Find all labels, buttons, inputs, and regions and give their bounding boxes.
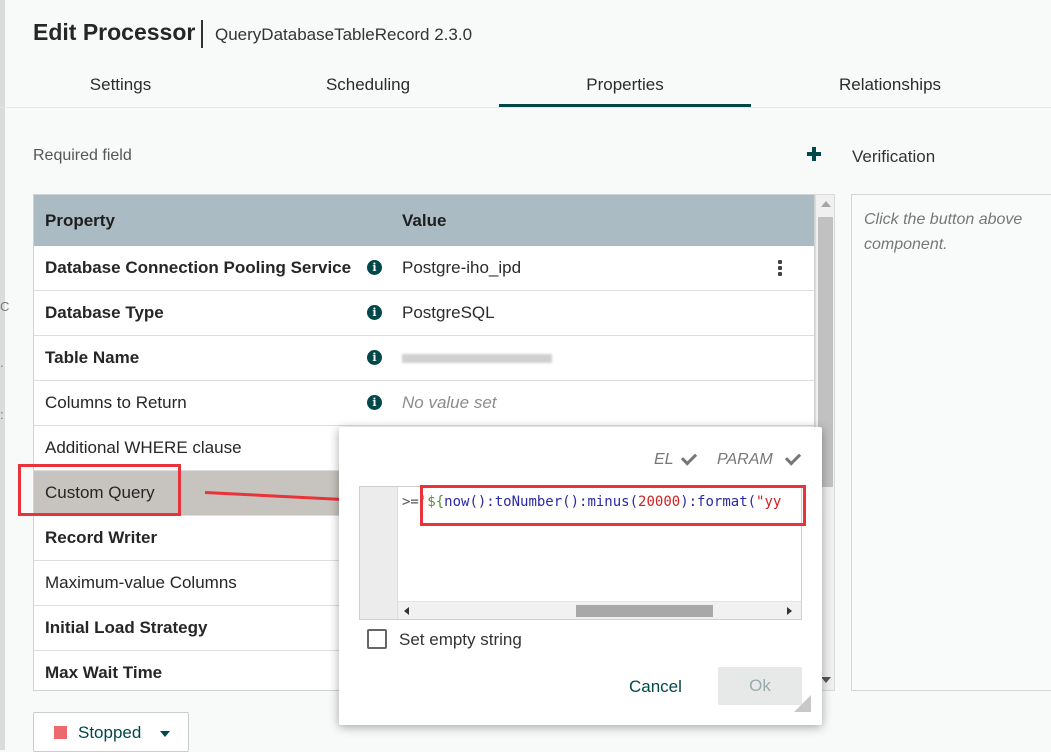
info-icon[interactable]: i xyxy=(367,350,382,365)
annotation-box-custom-query xyxy=(18,464,181,516)
table-header: Property Value xyxy=(34,195,814,246)
property-value[interactable]: No value set xyxy=(402,393,497,413)
property-name: Record Writer xyxy=(45,528,158,547)
run-status-dropdown[interactable]: Stopped xyxy=(33,712,189,752)
tab-properties[interactable]: Properties xyxy=(499,74,751,106)
scroll-thumb[interactable] xyxy=(576,605,713,617)
property-name: Columns to Return xyxy=(45,393,187,412)
property-name: Maximum-value Columns xyxy=(45,573,237,592)
table-row[interactable]: Columns to Return i No value set xyxy=(34,381,814,426)
scroll-down-arrow-icon[interactable] xyxy=(821,677,831,683)
more-options-icon[interactable] xyxy=(776,260,784,276)
property-name: Initial Load Strategy xyxy=(45,618,208,637)
el-support-label: EL xyxy=(654,451,674,468)
property-value[interactable]: Postgre-iho_ipd xyxy=(402,258,521,278)
editor-horizontal-scrollbar[interactable] xyxy=(398,601,801,619)
tab-relationships[interactable]: Relationships xyxy=(760,74,1020,106)
dialog-title: Edit Processor xyxy=(33,19,196,45)
tab-settings[interactable]: Settings xyxy=(0,74,241,106)
set-empty-string-checkbox[interactable] xyxy=(367,629,387,649)
add-property-plus-icon[interactable] xyxy=(803,143,825,165)
table-row[interactable]: Database Connection Pooling Service i Po… xyxy=(34,246,814,291)
ok-button[interactable]: Ok xyxy=(718,667,802,705)
verification-hint: Click the button above component. xyxy=(864,211,1023,253)
param-check-icon xyxy=(784,449,802,466)
scroll-left-arrow-icon[interactable] xyxy=(404,607,409,615)
status-label: Stopped xyxy=(78,723,142,742)
set-empty-string-label[interactable]: Set empty string xyxy=(399,630,522,650)
caret-down-icon xyxy=(160,731,170,737)
property-name: Database Type xyxy=(45,303,164,322)
required-field-label: Required field xyxy=(33,147,132,164)
property-value-editor-popup: EL PARAM >='${now():toNumber():minus(200… xyxy=(339,427,822,725)
resize-handle-icon[interactable] xyxy=(794,695,811,712)
table-row[interactable]: Table Name i xyxy=(34,336,814,381)
redacted-value[interactable] xyxy=(402,354,552,363)
edge-fragment: C xyxy=(0,299,10,314)
verification-panel: Click the button above component. xyxy=(851,194,1051,691)
info-icon[interactable]: i xyxy=(367,305,382,320)
stopped-square-icon xyxy=(54,726,67,739)
annotation-box-code xyxy=(420,485,806,526)
scroll-right-arrow-icon[interactable] xyxy=(787,607,792,615)
info-icon[interactable]: i xyxy=(367,395,382,410)
edge-fragment: . xyxy=(0,355,4,370)
left-edge-strip xyxy=(0,0,5,750)
edge-fragment: : xyxy=(0,407,4,422)
property-name: Additional WHERE clause xyxy=(45,438,242,457)
column-header-value[interactable]: Value xyxy=(402,211,446,231)
property-name: Database Connection Pooling Service xyxy=(45,258,352,277)
property-name: Max Wait Time xyxy=(45,663,163,682)
info-icon[interactable]: i xyxy=(367,260,382,275)
processor-type: QueryDatabaseTableRecord 2.3.0 xyxy=(215,25,473,44)
column-header-property[interactable]: Property xyxy=(45,211,115,231)
tabs-divider xyxy=(0,107,1051,108)
cancel-button[interactable]: Cancel xyxy=(629,677,682,697)
property-value[interactable]: PostgreSQL xyxy=(402,303,495,323)
table-row[interactable]: Database Type i PostgreSQL xyxy=(34,291,814,336)
param-support-label: PARAM xyxy=(717,451,773,468)
editor-gutter xyxy=(360,487,398,619)
el-check-icon xyxy=(680,449,698,466)
tab-scheduling[interactable]: Scheduling xyxy=(245,74,491,106)
property-name: Table Name xyxy=(45,348,140,367)
title-separator xyxy=(201,20,203,48)
verification-title: Verification xyxy=(852,147,936,166)
scroll-up-arrow-icon[interactable] xyxy=(821,201,831,207)
